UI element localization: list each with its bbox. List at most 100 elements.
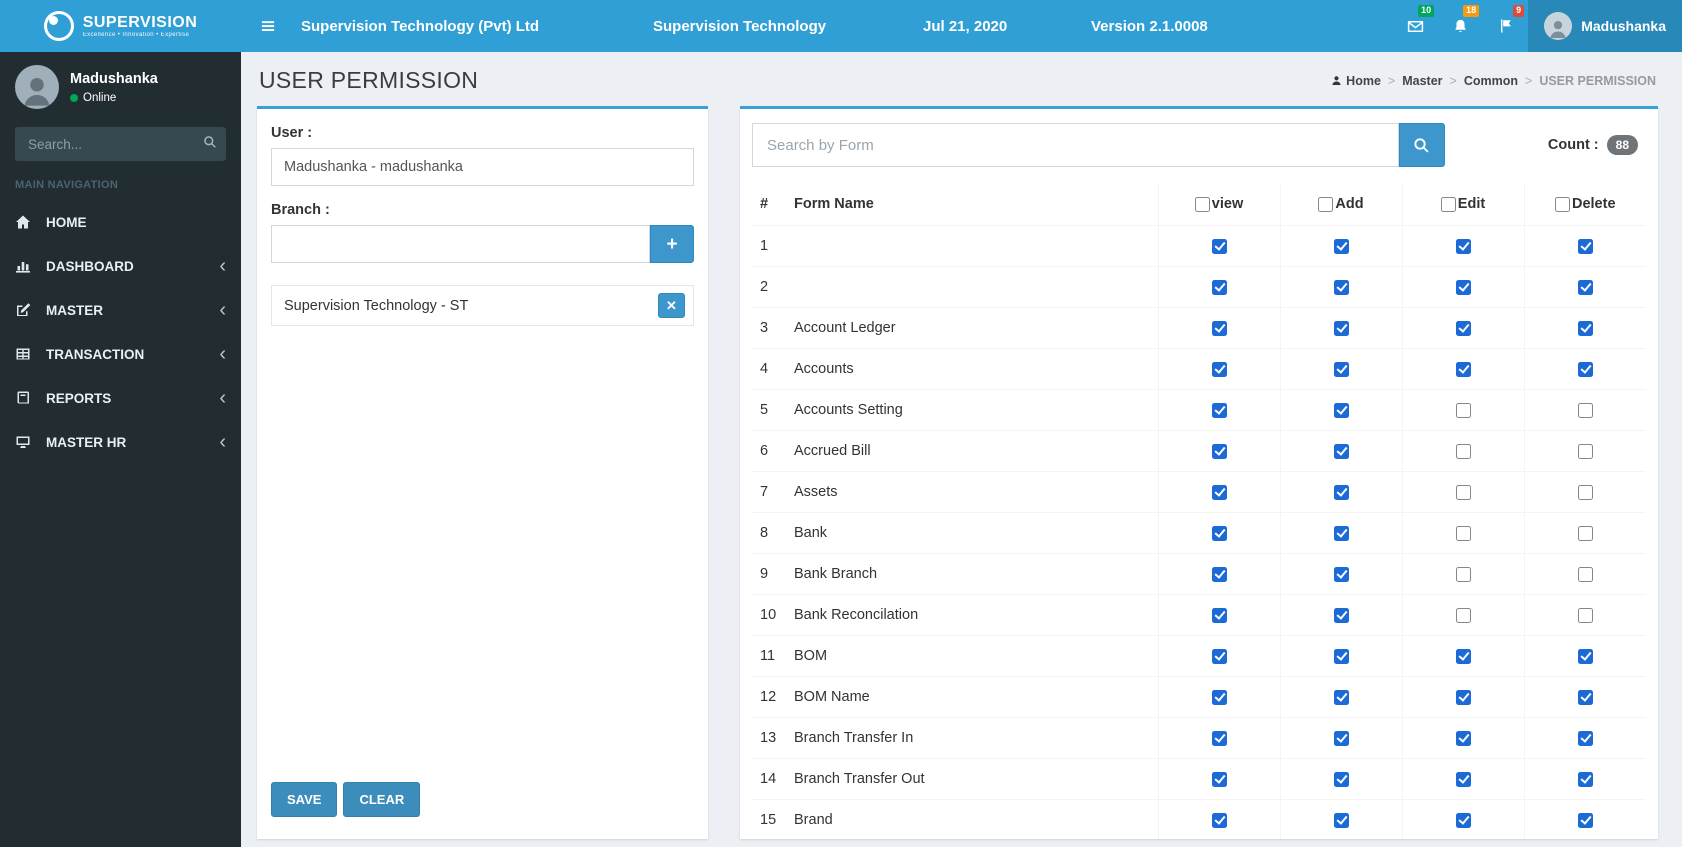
view-checkbox[interactable] <box>1211 238 1227 254</box>
edit-checkbox[interactable] <box>1455 402 1471 418</box>
delete-checkbox[interactable] <box>1577 689 1593 705</box>
delete-checkbox[interactable] <box>1577 566 1593 582</box>
count-label: Count : <box>1547 137 1599 153</box>
clear-button[interactable]: CLEAR <box>343 782 421 817</box>
edit-checkbox[interactable] <box>1455 443 1471 459</box>
add-checkbox[interactable] <box>1333 443 1349 459</box>
edit-checkbox[interactable] <box>1455 648 1471 664</box>
view-checkbox[interactable] <box>1211 648 1227 664</box>
view-header-checkbox[interactable] <box>1194 196 1210 212</box>
edit-checkbox[interactable] <box>1455 607 1471 623</box>
delete-checkbox[interactable] <box>1577 730 1593 746</box>
edit-checkbox[interactable] <box>1455 812 1471 828</box>
user-field[interactable] <box>271 148 694 186</box>
add-checkbox[interactable] <box>1333 566 1349 582</box>
edit-checkbox[interactable] <box>1455 566 1471 582</box>
form-search-button[interactable] <box>1398 123 1445 167</box>
add-checkbox[interactable] <box>1333 525 1349 541</box>
user-menu[interactable]: Madushanka <box>1528 0 1682 52</box>
add-checkbox[interactable] <box>1333 361 1349 377</box>
breadcrumb-common[interactable]: Common <box>1464 74 1518 88</box>
remove-branch-button[interactable]: ✕ <box>658 293 685 318</box>
add-checkbox[interactable] <box>1333 771 1349 787</box>
table-row: 11 BOM <box>752 635 1646 677</box>
home-icon <box>15 214 35 230</box>
sidebar-item-home[interactable]: HOME <box>0 200 241 244</box>
view-checkbox[interactable] <box>1211 320 1227 336</box>
view-checkbox[interactable] <box>1211 443 1227 459</box>
view-checkbox[interactable] <box>1211 771 1227 787</box>
add-header-checkbox[interactable] <box>1318 196 1334 212</box>
delete-checkbox[interactable] <box>1577 525 1593 541</box>
delete-checkbox[interactable] <box>1577 484 1593 500</box>
add-checkbox[interactable] <box>1333 402 1349 418</box>
breadcrumb-master[interactable]: Master <box>1402 74 1442 88</box>
add-checkbox[interactable] <box>1333 484 1349 500</box>
edit-checkbox[interactable] <box>1455 484 1471 500</box>
add-checkbox[interactable] <box>1333 279 1349 295</box>
current-date: Jul 21, 2020 <box>923 17 1008 35</box>
view-checkbox[interactable] <box>1211 689 1227 705</box>
logo-title: SUPERVISION <box>82 13 198 31</box>
add-checkbox[interactable] <box>1333 730 1349 746</box>
delete-checkbox[interactable] <box>1577 361 1593 377</box>
save-button[interactable]: SAVE <box>271 782 338 817</box>
sidebar-item-master[interactable]: MASTER ‹ <box>0 288 241 332</box>
edit-checkbox[interactable] <box>1455 320 1471 336</box>
add-checkbox[interactable] <box>1333 320 1349 336</box>
view-checkbox[interactable] <box>1211 361 1227 377</box>
sidebar-item-master-hr[interactable]: MASTER HR ‹ <box>0 420 241 464</box>
sidebar-toggle-icon[interactable] <box>251 0 285 52</box>
form-name-cell: Account Ledger <box>786 307 1158 349</box>
form-search-input[interactable] <box>752 123 1399 167</box>
form-name-cell: Branch Transfer Out <box>786 758 1158 800</box>
delete-checkbox[interactable] <box>1577 607 1593 623</box>
add-branch-button[interactable]: + <box>650 225 694 263</box>
delete-checkbox[interactable] <box>1577 443 1593 459</box>
search-icon[interactable] <box>203 135 217 152</box>
breadcrumb-home[interactable]: Home <box>1331 74 1381 88</box>
edit-header-checkbox[interactable] <box>1440 196 1456 212</box>
edit-checkbox[interactable] <box>1455 238 1471 254</box>
edit-checkbox[interactable] <box>1455 730 1471 746</box>
edit-checkbox[interactable] <box>1455 361 1471 377</box>
delete-checkbox[interactable] <box>1577 279 1593 295</box>
form-name-cell: Accounts <box>786 348 1158 390</box>
view-checkbox[interactable] <box>1211 566 1227 582</box>
delete-checkbox[interactable] <box>1577 320 1593 336</box>
view-checkbox[interactable] <box>1211 279 1227 295</box>
delete-checkbox[interactable] <box>1577 648 1593 664</box>
add-checkbox[interactable] <box>1333 689 1349 705</box>
branch-field[interactable] <box>271 225 650 263</box>
view-checkbox[interactable] <box>1211 607 1227 623</box>
add-checkbox[interactable] <box>1333 648 1349 664</box>
delete-checkbox[interactable] <box>1577 402 1593 418</box>
add-checkbox[interactable] <box>1333 812 1349 828</box>
view-checkbox[interactable] <box>1211 730 1227 746</box>
edit-checkbox[interactable] <box>1455 689 1471 705</box>
app-logo[interactable]: SUPERVISION Excellence • Innovation • Ex… <box>0 0 241 52</box>
delete-checkbox[interactable] <box>1577 812 1593 828</box>
edit-checkbox[interactable] <box>1455 279 1471 295</box>
sidebar-item-dashboard[interactable]: DASHBOARD ‹ <box>0 244 241 288</box>
add-checkbox[interactable] <box>1333 607 1349 623</box>
messages-icon[interactable]: 10 <box>1393 0 1438 52</box>
view-checkbox[interactable] <box>1211 525 1227 541</box>
delete-header-checkbox[interactable] <box>1554 196 1570 212</box>
sidebar-search-input[interactable] <box>15 127 226 161</box>
edit-checkbox[interactable] <box>1455 771 1471 787</box>
view-checkbox[interactable] <box>1211 402 1227 418</box>
view-checkbox[interactable] <box>1211 812 1227 828</box>
delete-checkbox[interactable] <box>1577 771 1593 787</box>
sidebar-item-transaction[interactable]: TRANSACTION ‹ <box>0 332 241 376</box>
flags-icon[interactable]: 9 <box>1483 0 1528 52</box>
notifications-bell-icon[interactable]: 18 <box>1438 0 1483 52</box>
col-header-number: # <box>760 196 769 213</box>
avatar <box>15 65 59 109</box>
edit-checkbox[interactable] <box>1455 525 1471 541</box>
delete-checkbox[interactable] <box>1577 238 1593 254</box>
sidebar-item-reports[interactable]: REPORTS ‹ <box>0 376 241 420</box>
table-row: 10 Bank Reconcilation <box>752 594 1646 636</box>
view-checkbox[interactable] <box>1211 484 1227 500</box>
add-checkbox[interactable] <box>1333 238 1349 254</box>
